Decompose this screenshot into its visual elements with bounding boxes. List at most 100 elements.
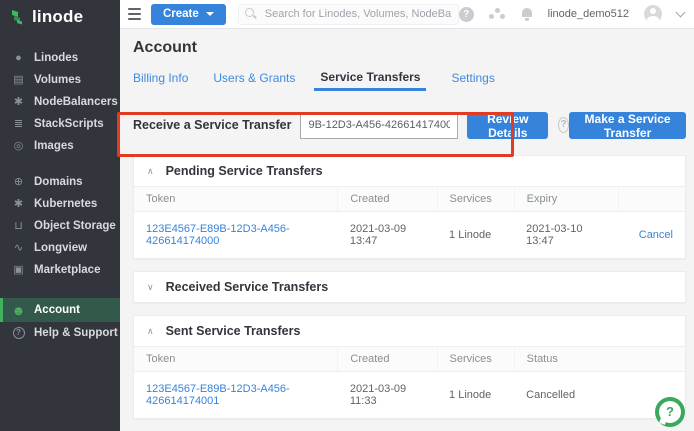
column-header-created: Created	[338, 347, 437, 372]
object-storage-icon: ⊔	[11, 221, 26, 232]
marketplace-icon: ▣	[11, 265, 26, 276]
column-header-actions	[619, 187, 685, 212]
question-mark-icon: ?	[659, 401, 681, 423]
receive-transfer-label: Receive a Service Transfer	[133, 118, 291, 132]
sidebar-item-label: Longview	[34, 242, 87, 254]
sidebar-nav: ● Linodes ▤ Volumes ✱ NodeBalancers ≣ St…	[0, 47, 120, 344]
linode-logo-icon	[10, 9, 26, 25]
avatar[interactable]	[644, 5, 662, 23]
sent-transfers-card: ∧ Sent Service Transfers Token Created S…	[133, 315, 686, 419]
sidebar-item-label: Volumes	[34, 74, 81, 86]
sidebar-item-linodes[interactable]: ● Linodes	[0, 47, 120, 69]
sidebar-item-nodebalancers[interactable]: ✱ NodeBalancers	[0, 91, 120, 113]
review-details-button[interactable]: Review Details	[467, 112, 548, 139]
column-header-services: Services	[437, 187, 514, 212]
table-row: 123E4567-E89B-12D3-A456-426614174001 202…	[134, 372, 685, 419]
main-content: Account Billing Info Users & Grants Serv…	[120, 29, 694, 431]
sent-transfers-table: Token Created Services Status 123E4567-E…	[134, 346, 685, 418]
menu-icon[interactable]	[128, 5, 141, 23]
sidebar-item-label: NodeBalancers	[34, 96, 118, 108]
transfer-token-input[interactable]	[300, 112, 458, 139]
nav-group-divider	[0, 281, 120, 298]
topbar: Create ? linode_demo512	[120, 0, 694, 29]
help-chat-button[interactable]: ?	[655, 397, 685, 427]
notifications-bell-icon[interactable]	[521, 8, 533, 21]
search-box[interactable]	[238, 4, 459, 25]
page-title: Account	[133, 39, 686, 57]
sidebar-item-label: Kubernetes	[34, 198, 97, 210]
column-header-status: Status	[514, 347, 685, 372]
column-header-services: Services	[437, 347, 514, 372]
sidebar-item-longview[interactable]: ∿ Longview	[0, 237, 120, 259]
sidebar-item-object-storage[interactable]: ⊔ Object Storage	[0, 215, 120, 237]
column-header-created: Created	[338, 187, 437, 212]
created-cell: 2021-03-09 13:47	[338, 212, 437, 259]
tab-service-transfers[interactable]: Service Transfers	[314, 70, 426, 91]
linode-icon: ●	[11, 53, 26, 64]
volumes-icon: ▤	[11, 75, 26, 86]
receive-transfer-row: Receive a Service Transfer Review Detail…	[133, 110, 686, 140]
sidebar-item-label: StackScripts	[34, 118, 104, 130]
column-header-expiry: Expiry	[514, 187, 619, 212]
sidebar-item-marketplace[interactable]: ▣ Marketplace	[0, 259, 120, 281]
sidebar-item-label: Help & Support	[34, 327, 118, 339]
sidebar-item-label: Linodes	[34, 52, 78, 64]
received-transfers-card: ∨ Received Service Transfers	[133, 271, 686, 303]
nodebalancers-icon: ✱	[11, 97, 26, 108]
section-title: Sent Service Transfers	[166, 324, 301, 338]
sidebar-item-label: Images	[34, 140, 74, 152]
search-icon	[245, 8, 257, 20]
brand-name: linode	[32, 7, 83, 27]
make-service-transfer-button[interactable]: Make a Service Transfer	[569, 112, 686, 139]
domains-icon: ⊕	[11, 177, 26, 188]
column-header-token: Token	[134, 347, 338, 372]
expiry-cell: 2021-03-10 13:47	[514, 212, 619, 259]
transfer-token-link[interactable]: 123E4567-E89B-12D3-A456-426614174001	[146, 383, 290, 407]
images-icon: ◎	[11, 141, 26, 152]
received-transfers-header[interactable]: ∨ Received Service Transfers	[134, 272, 685, 302]
stackscripts-icon: ≣	[11, 119, 26, 130]
create-button-label: Create	[163, 8, 199, 20]
search-input[interactable]	[265, 8, 452, 20]
services-cell: 1 Linode	[437, 212, 514, 259]
tab-users-grants[interactable]: Users & Grants	[213, 71, 295, 91]
transfer-token-link[interactable]: 123E4567-E89B-12D3-A456-426614174000	[146, 223, 290, 247]
sidebar-item-account[interactable]: ☻ Account	[0, 298, 120, 322]
collapse-icon: ∧	[147, 326, 154, 337]
sidebar-item-images[interactable]: ◎ Images	[0, 135, 120, 157]
sidebar-item-domains[interactable]: ⊕ Domains	[0, 171, 120, 193]
help-icon[interactable]: ?	[558, 117, 569, 133]
help-icon[interactable]: ?	[459, 7, 474, 22]
pending-transfers-header[interactable]: ∧ Pending Service Transfers	[134, 156, 685, 186]
collapse-icon: ∧	[147, 166, 154, 177]
tab-bar: Billing Info Users & Grants Service Tran…	[133, 70, 686, 91]
expand-icon: ∨	[147, 282, 154, 293]
kubernetes-icon: ✱	[11, 199, 26, 210]
services-cell: 1 Linode	[437, 372, 514, 419]
sidebar: linode ● Linodes ▤ Volumes ✱ NodeBalance…	[0, 0, 120, 431]
sent-transfers-header[interactable]: ∧ Sent Service Transfers	[134, 316, 685, 346]
sidebar-item-label: Marketplace	[34, 264, 100, 276]
chevron-down-icon	[206, 12, 214, 16]
nav-group-divider	[0, 157, 120, 171]
chevron-down-icon[interactable]	[676, 7, 686, 17]
cancel-link[interactable]: Cancel	[639, 229, 673, 241]
sidebar-item-kubernetes[interactable]: ✱ Kubernetes	[0, 193, 120, 215]
create-button[interactable]: Create	[151, 4, 226, 25]
account-icon: ☻	[11, 304, 26, 317]
tab-settings[interactable]: Settings	[451, 71, 494, 91]
community-icon[interactable]	[489, 8, 506, 20]
longview-icon: ∿	[11, 243, 26, 254]
pending-transfers-card: ∧ Pending Service Transfers Token Create…	[133, 155, 686, 259]
column-header-token: Token	[134, 187, 338, 212]
pending-transfers-table: Token Created Services Expiry 123E4567-E…	[134, 186, 685, 258]
topbar-actions: ? linode_demo512	[459, 5, 694, 23]
sidebar-item-stackscripts[interactable]: ≣ StackScripts	[0, 113, 120, 135]
sidebar-item-help-support[interactable]: ? Help & Support	[0, 322, 120, 344]
section-title: Pending Service Transfers	[166, 164, 323, 178]
sidebar-item-volumes[interactable]: ▤ Volumes	[0, 69, 120, 91]
sidebar-item-label: Domains	[34, 176, 83, 188]
linode-logo[interactable]: linode	[0, 0, 120, 33]
tab-billing-info[interactable]: Billing Info	[133, 71, 188, 91]
help-icon: ?	[11, 327, 26, 339]
